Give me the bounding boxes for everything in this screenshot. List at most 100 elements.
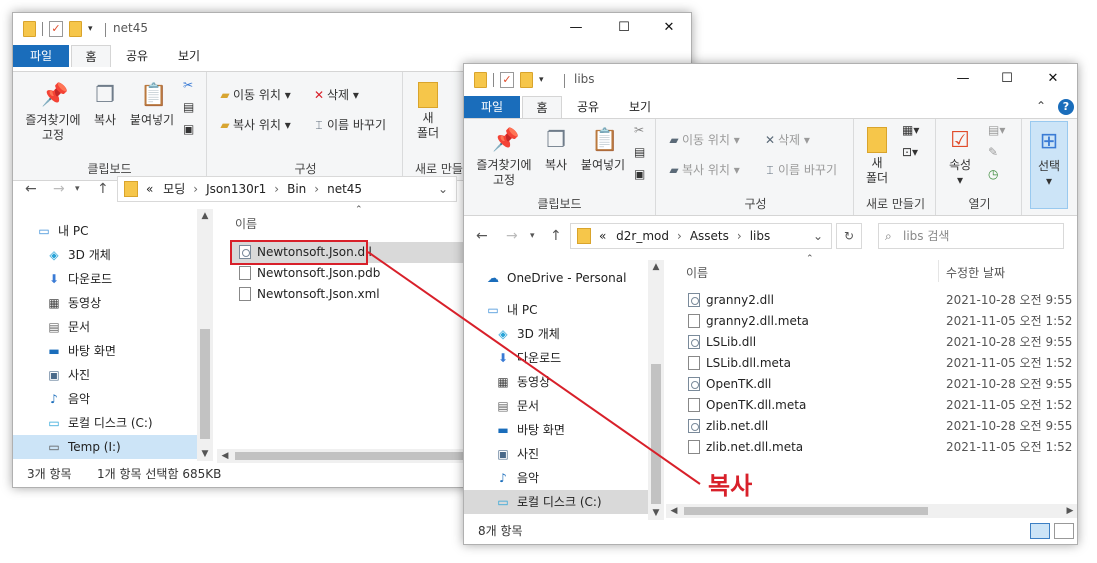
column-header-name[interactable]: 이름 bbox=[235, 215, 257, 232]
new-folder-button[interactable]: 새 폴더 bbox=[411, 82, 445, 141]
nav-item-3d[interactable]: ◈ 3D 개체 bbox=[464, 322, 650, 346]
back-arrow-icon[interactable]: ← bbox=[476, 228, 488, 244]
maximize-button[interactable]: ☐ bbox=[601, 13, 647, 43]
breadcrumb-item[interactable]: Bin bbox=[287, 182, 306, 196]
nav-scrollbar[interactable]: ▲ ▼ bbox=[197, 209, 213, 461]
copy-button[interactable]: ❐ 복사 bbox=[540, 127, 572, 173]
breadcrumb-item[interactable]: 모딩 bbox=[163, 182, 185, 196]
file-row[interactable]: zlib.net.dll.meta bbox=[678, 437, 938, 458]
column-header-name[interactable]: 이름 bbox=[686, 264, 708, 281]
forward-arrow-icon[interactable]: → bbox=[53, 181, 65, 197]
scroll-left-icon[interactable]: ◀ bbox=[666, 504, 682, 518]
nav-item-pc[interactable]: ▭ 내 PC bbox=[464, 298, 650, 322]
tab-home[interactable]: 홈 bbox=[522, 96, 562, 118]
close-button[interactable]: ✕ bbox=[646, 13, 691, 43]
column-header-date[interactable]: 수정한 날짜 bbox=[946, 264, 1005, 281]
rename-button[interactable]: ⌶ 이름 바꾸기 bbox=[762, 161, 837, 178]
pin-to-quick-access-button[interactable]: 📌 즐겨찾기에 고정 bbox=[19, 82, 87, 143]
pin-to-quick-access-button[interactable]: 📌 즐겨찾기에 고정 bbox=[470, 127, 538, 188]
cut-icon[interactable]: ✂ bbox=[634, 123, 644, 137]
nav-item-music[interactable]: ♪ 음악 bbox=[464, 466, 650, 490]
history-icon[interactable]: ◷ bbox=[988, 167, 998, 181]
nav-item-local-disk[interactable]: ▭ 로컬 디스크 (C:) bbox=[13, 411, 213, 435]
breadcrumb-item[interactable]: net45 bbox=[327, 182, 362, 196]
file-row[interactable]: Newtonsoft.Json.pdb bbox=[231, 263, 483, 284]
chevron-down-icon[interactable]: ⌄ bbox=[438, 177, 448, 201]
cut-icon[interactable]: ✂ bbox=[183, 78, 193, 92]
breadcrumb-item[interactable]: d2r_mod bbox=[616, 229, 669, 243]
easy-access-icon[interactable]: ⊡▾ bbox=[902, 145, 918, 159]
address-bar[interactable]: « d2r_mod › Assets › libs ⌄ bbox=[570, 223, 832, 249]
breadcrumb-item[interactable]: Assets bbox=[690, 229, 729, 243]
properties-check-icon[interactable]: ✓ bbox=[49, 21, 63, 37]
minimize-button[interactable]: — bbox=[940, 64, 986, 94]
nav-item-downloads[interactable]: ⬇ 다운로드 bbox=[13, 267, 213, 291]
tab-home[interactable]: 홈 bbox=[71, 45, 111, 67]
new-folder-icon[interactable] bbox=[520, 72, 533, 88]
nav-item-pictures[interactable]: ▣ 사진 bbox=[13, 363, 213, 387]
recent-dropdown-icon[interactable]: ▾ bbox=[75, 184, 80, 194]
details-view-button[interactable] bbox=[1030, 523, 1050, 539]
file-row[interactable]: granny2.dll.meta bbox=[678, 311, 938, 332]
nav-item-videos[interactable]: ▦ 동영상 bbox=[13, 291, 213, 315]
nav-scrollbar[interactable]: ▲ ▼ bbox=[648, 260, 664, 520]
nav-item-documents[interactable]: ▤ 문서 bbox=[13, 315, 213, 339]
nav-item-downloads[interactable]: ⬇ 다운로드 bbox=[464, 346, 650, 370]
copy-path-icon[interactable]: ▤ bbox=[634, 145, 645, 159]
file-list-hscrollbar[interactable]: ◀ ▶ bbox=[666, 504, 1077, 518]
rename-button[interactable]: ⌶ 이름 바꾸기 bbox=[311, 116, 386, 133]
move-to-button[interactable]: ▰ 이동 위치 ▾ bbox=[217, 86, 290, 103]
move-to-button[interactable]: ▰ 이동 위치 ▾ bbox=[666, 131, 739, 148]
close-button[interactable]: ✕ bbox=[1030, 64, 1076, 94]
copy-button[interactable]: ❐ 복사 bbox=[89, 82, 121, 128]
new-folder-button[interactable]: 새 폴더 bbox=[860, 127, 894, 186]
minimize-button[interactable]: — bbox=[553, 13, 599, 43]
tab-share[interactable]: 공유 bbox=[115, 45, 159, 67]
customize-dropdown-icon[interactable]: ▾ bbox=[88, 24, 93, 34]
scroll-thumb[interactable] bbox=[651, 364, 661, 504]
nav-item-local-disk[interactable]: ▭ 로컬 디스크 (C:) bbox=[464, 490, 650, 514]
properties-check-icon[interactable]: ✓ bbox=[500, 72, 514, 88]
scroll-thumb[interactable] bbox=[200, 329, 210, 439]
nav-item-pc[interactable]: ▭ 내 PC bbox=[13, 219, 213, 243]
copy-path-icon[interactable]: ▤ bbox=[183, 100, 194, 114]
chevron-down-icon[interactable]: ⌄ bbox=[813, 224, 823, 248]
maximize-button[interactable]: ☐ bbox=[984, 64, 1030, 94]
properties-button[interactable]: ☑ 속성 ▾ bbox=[942, 127, 978, 188]
scroll-thumb[interactable] bbox=[235, 452, 475, 460]
copy-to-button[interactable]: ▰ 복사 위치 ▾ bbox=[217, 116, 290, 133]
file-row[interactable]: zlib.net.dll bbox=[678, 416, 938, 437]
file-row[interactable]: OpenTK.dll.meta bbox=[678, 395, 938, 416]
nav-item-3d[interactable]: ◈ 3D 개체 bbox=[13, 243, 213, 267]
collapse-ribbon-icon[interactable]: ⌃ bbox=[1036, 99, 1046, 113]
nav-item-desktop[interactable]: ▬ 바탕 화면 bbox=[464, 418, 650, 442]
address-bar[interactable]: « 모딩 › Json130r1 › Bin › net45 ⌄ bbox=[117, 176, 457, 202]
tab-view[interactable]: 보기 bbox=[169, 45, 209, 67]
back-arrow-icon[interactable]: ← bbox=[25, 181, 37, 197]
nav-item-documents[interactable]: ▤ 문서 bbox=[464, 394, 650, 418]
recent-dropdown-icon[interactable]: ▾ bbox=[530, 231, 535, 241]
tab-file[interactable]: 파일 bbox=[464, 96, 520, 118]
tab-view[interactable]: 보기 bbox=[620, 96, 660, 118]
paste-shortcut-icon[interactable]: ▣ bbox=[634, 167, 645, 181]
paste-shortcut-icon[interactable]: ▣ bbox=[183, 122, 194, 136]
search-input[interactable]: ⌕ libs 검색 bbox=[878, 223, 1064, 249]
scroll-up-icon[interactable]: ▲ bbox=[648, 260, 664, 274]
delete-button[interactable]: ✕ 삭제 ▾ bbox=[762, 131, 810, 148]
nav-item-videos[interactable]: ▦ 동영상 bbox=[464, 370, 650, 394]
up-arrow-icon[interactable]: ↑ bbox=[97, 181, 109, 197]
up-arrow-icon[interactable]: ↑ bbox=[550, 228, 562, 244]
refresh-button[interactable]: ↻ bbox=[836, 223, 862, 249]
paste-button[interactable]: 📋 붙여넣기 bbox=[576, 127, 630, 173]
file-row[interactable]: granny2.dll bbox=[678, 290, 938, 311]
forward-arrow-icon[interactable]: → bbox=[506, 228, 518, 244]
edit-icon[interactable]: ✎ bbox=[988, 145, 998, 159]
copy-to-button[interactable]: ▰ 복사 위치 ▾ bbox=[666, 161, 739, 178]
breadcrumb-item[interactable]: libs bbox=[750, 229, 771, 243]
customize-dropdown-icon[interactable]: ▾ bbox=[539, 75, 544, 85]
file-row[interactable]: Newtonsoft.Json.xml bbox=[231, 284, 483, 305]
select-button[interactable]: ⊞ 선택 ▾ bbox=[1030, 121, 1068, 209]
nav-item-temp[interactable]: ▭ Temp (I:) bbox=[13, 435, 213, 459]
nav-item-music[interactable]: ♪ 음악 bbox=[13, 387, 213, 411]
paste-button[interactable]: 📋 붙여넣기 bbox=[125, 82, 179, 128]
